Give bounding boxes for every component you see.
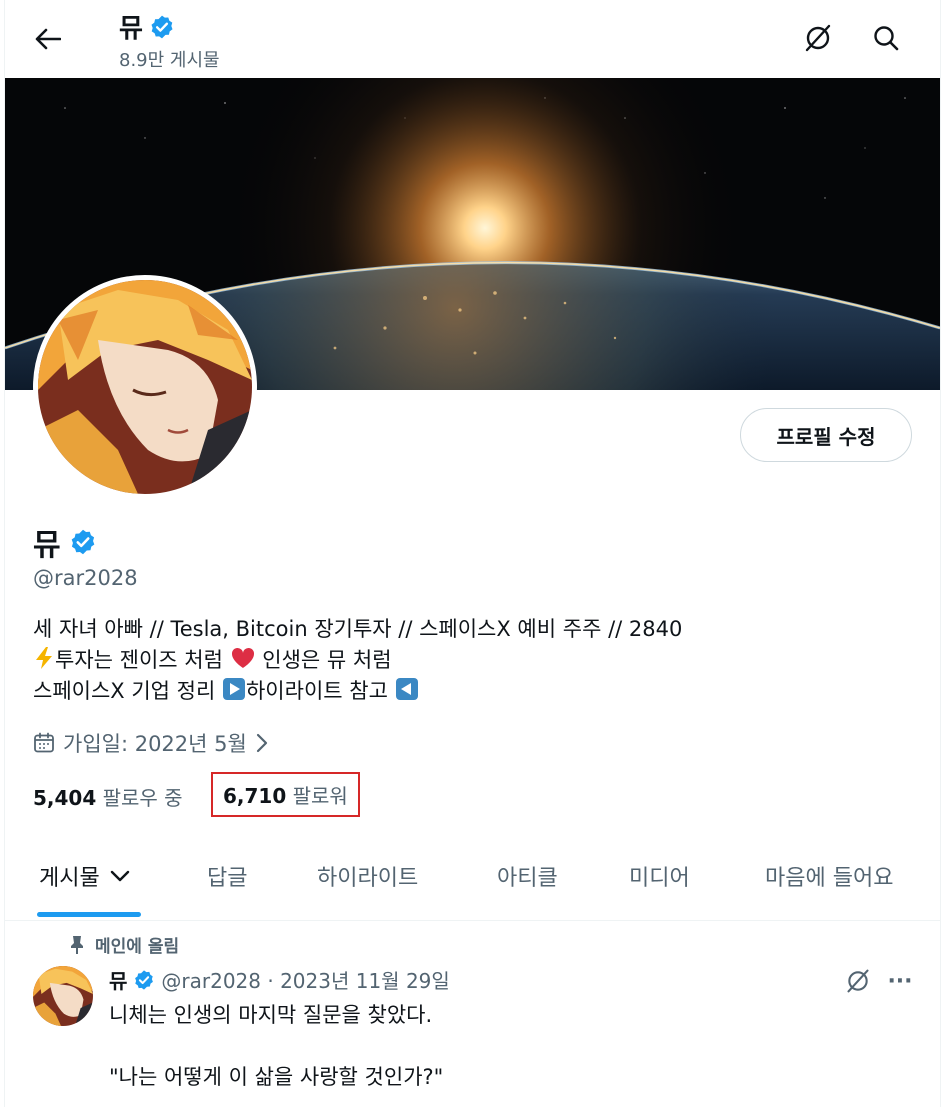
profile-stats: 5,404 팔로우 중 6,710 팔로워 bbox=[33, 772, 360, 817]
verified-badge-icon bbox=[151, 15, 173, 38]
post-line-2: "나는 어떻게 이 삶을 사랑할 것인가?" bbox=[109, 1065, 444, 1089]
chevron-down-icon bbox=[110, 870, 129, 882]
anime-character-avatar bbox=[38, 280, 252, 494]
post-header: 뮤 @rar2028 · 2023년 11월 29일 bbox=[109, 965, 450, 994]
tab-posts-label: 게시물 bbox=[39, 866, 100, 891]
tab-posts[interactable]: 게시물 bbox=[39, 860, 130, 892]
post-line-1: 니체는 인생의 마지막 질문을 찾았다. bbox=[109, 1003, 433, 1027]
calendar-icon bbox=[34, 732, 54, 753]
tab-media[interactable]: 미디어 bbox=[629, 860, 690, 892]
bio-line-3-b: 하이라이트 참고 bbox=[245, 679, 388, 703]
header-post-count: 8.9만 게시물 bbox=[119, 50, 220, 71]
edit-profile-button[interactable]: 프로필 수정 bbox=[740, 408, 912, 462]
bio-line-3-a: 스페이스X 기업 정리 bbox=[33, 679, 216, 703]
profile-joined[interactable]: 가입일: 2022년 5월 bbox=[33, 728, 269, 758]
bio-line-2-b: 인생은 뮤 처럼 bbox=[262, 648, 392, 672]
search-icon bbox=[874, 26, 899, 51]
back-arrow-icon bbox=[35, 28, 61, 50]
post-avatar[interactable] bbox=[33, 966, 93, 1026]
active-tab-indicator bbox=[37, 912, 141, 917]
profile-display-name: 뮤 bbox=[33, 528, 61, 563]
bio-line-1: 세 자녀 아빠 // Tesla, Bitcoin 장기투자 // 스페이스X … bbox=[33, 617, 683, 641]
pinned-indicator: 메인에 올림 bbox=[69, 932, 179, 957]
tab-highlights[interactable]: 하이라이트 bbox=[317, 860, 418, 892]
profile-avatar[interactable] bbox=[33, 275, 257, 499]
anime-character-avatar bbox=[33, 966, 93, 1026]
following-label: 팔로우 중 bbox=[102, 786, 183, 810]
profile-page: 뮤 8.9만 게시물 프로필 수정 뮤 @rar2028 세 자녀 아빠 // … bbox=[4, 0, 941, 1107]
bio-line-3: 스페이스X 기업 정리 하이라이트 참고 bbox=[33, 676, 682, 707]
more-icon[interactable]: ··· bbox=[883, 964, 917, 998]
header-name: 뮤 bbox=[119, 14, 143, 44]
profile-bio: 세 자녀 아빠 // Tesla, Bitcoin 장기투자 // 스페이스X … bbox=[33, 614, 682, 707]
tab-replies[interactable]: 답글 bbox=[207, 860, 247, 892]
post-grok-button[interactable] bbox=[841, 964, 875, 998]
profile-name: 뮤 bbox=[33, 520, 97, 564]
reverse-emoji bbox=[395, 678, 418, 700]
grok-icon bbox=[847, 969, 869, 993]
tab-likes[interactable]: 마음에 들어요 bbox=[765, 860, 893, 892]
tab-articles[interactable]: 아티클 bbox=[497, 860, 558, 892]
lightning-emoji bbox=[36, 647, 52, 669]
following-count: 5,404 bbox=[33, 786, 97, 810]
top-bar: 뮤 8.9만 게시물 bbox=[5, 0, 940, 78]
header-title: 뮤 bbox=[119, 8, 175, 45]
heart-emoji bbox=[231, 647, 254, 668]
post-text: 니체는 인생의 마지막 질문을 찾았다. "나는 어떻게 이 삶을 사랑할 것인… bbox=[109, 1000, 443, 1093]
profile-handle: @rar2028 bbox=[33, 566, 138, 590]
verified-badge-icon[interactable] bbox=[69, 528, 97, 556]
post-author-name[interactable]: 뮤 bbox=[109, 965, 127, 994]
play-emoji bbox=[222, 678, 245, 700]
joined-text: 가입일: 2022년 5월 bbox=[63, 732, 247, 756]
followers-count: 6,710 bbox=[223, 784, 287, 808]
post-meta[interactable]: @rar2028 · 2023년 11월 29일 bbox=[161, 965, 449, 994]
grok-button[interactable] bbox=[800, 20, 836, 56]
bio-line-2-a: 투자는 젠이즈 처럼 bbox=[55, 648, 223, 672]
bio-line-2: 투자는 젠이즈 처럼 인생은 뮤 처럼 bbox=[33, 645, 682, 676]
grok-icon bbox=[805, 24, 831, 52]
profile-tabs: 게시물 답글 하이라이트 아티클 미디어 마음에 들어요 bbox=[5, 838, 940, 921]
pin-icon bbox=[71, 935, 83, 954]
verified-badge-icon bbox=[135, 969, 154, 990]
back-button[interactable] bbox=[31, 22, 65, 56]
followers-link[interactable]: 6,710 팔로워 bbox=[211, 772, 360, 817]
search-button[interactable] bbox=[868, 20, 904, 56]
followers-label: 팔로워 bbox=[292, 784, 348, 808]
following-link[interactable]: 5,404 팔로우 중 bbox=[33, 782, 183, 811]
pinned-label: 메인에 올림 bbox=[95, 937, 180, 957]
chevron-right-icon bbox=[256, 733, 267, 753]
